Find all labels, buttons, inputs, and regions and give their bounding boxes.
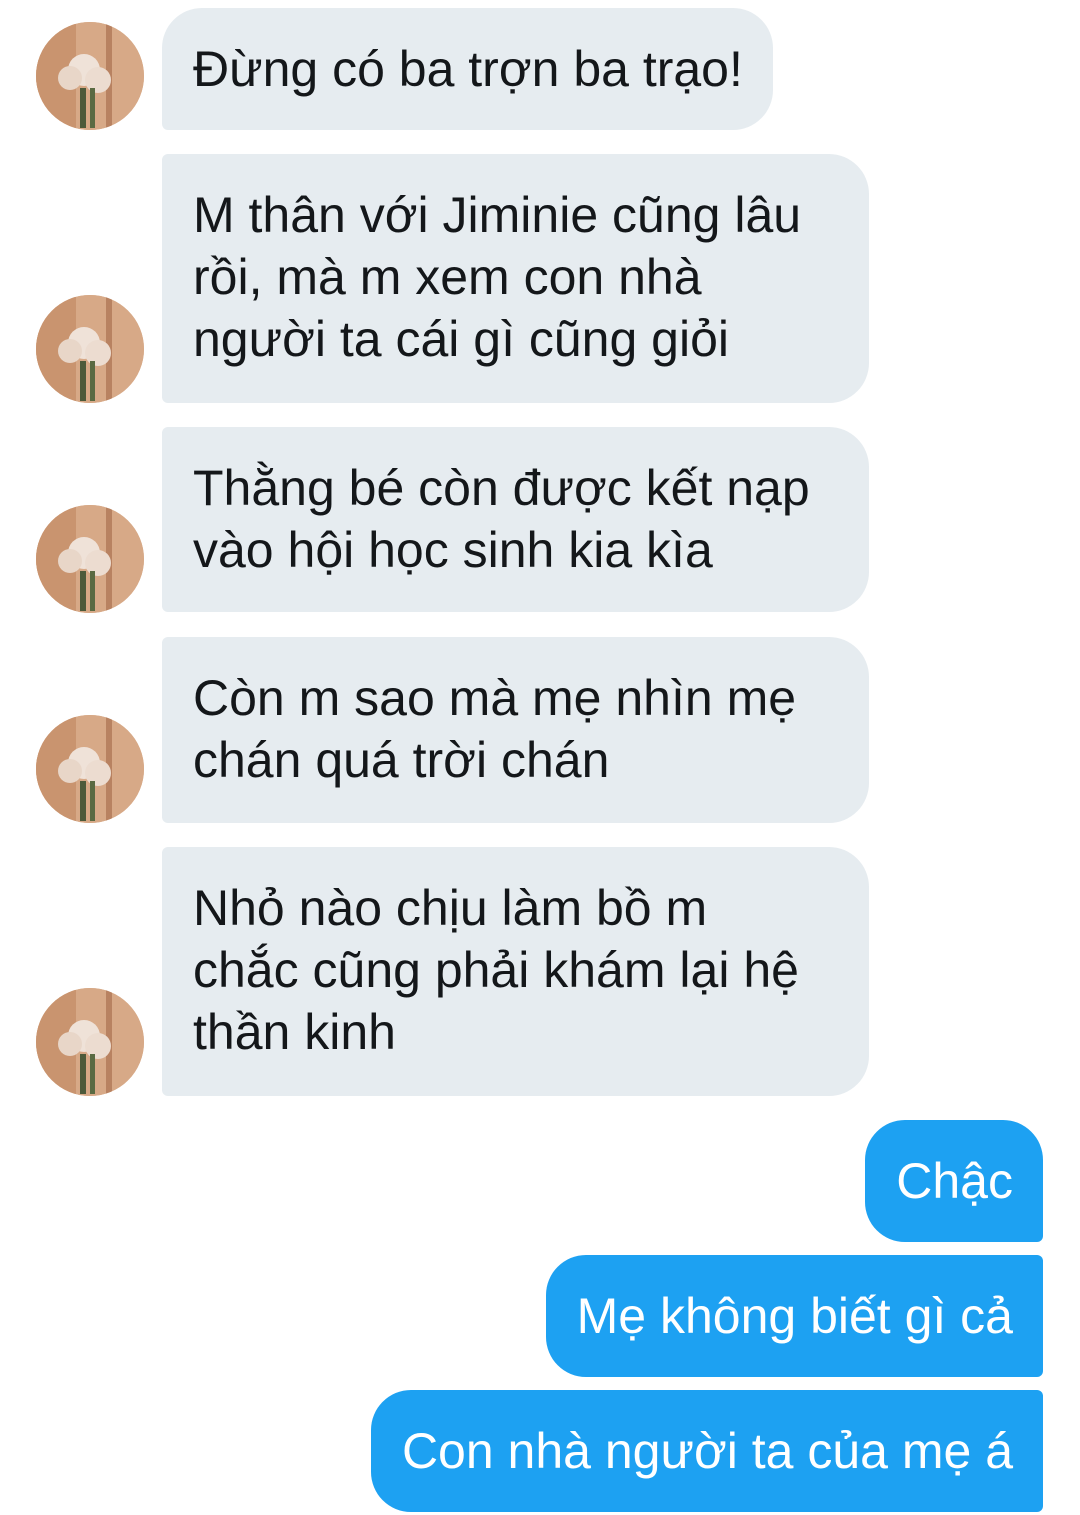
flower-bouquet-avatar-icon [36,505,144,613]
flower-bouquet-avatar-icon [36,295,144,403]
sender-avatar[interactable] [36,505,144,613]
sender-avatar[interactable] [36,715,144,823]
sender-avatar[interactable] [36,988,144,1096]
sender-avatar[interactable] [36,295,144,403]
sent-message[interactable]: Chậc [865,1120,1043,1242]
received-message[interactable]: Đừng có ba trợn ba trạo! [162,8,773,130]
received-message[interactable]: Thằng bé còn được kết nạp vào hội học si… [162,427,869,612]
received-message[interactable]: Nhỏ nào chịu làm bồ m chắc cũng phải khá… [162,847,869,1096]
received-message[interactable]: M thân với Jiminie cũng lâu rồi, mà m xe… [162,154,869,403]
sent-message[interactable]: Mẹ không biết gì cả [545,1255,1043,1377]
sent-message[interactable]: Con nhà người ta của mẹ á [370,1390,1043,1512]
received-message[interactable]: Còn m sao mà mẹ nhìn mẹ chán quá trời ch… [162,637,869,823]
flower-bouquet-avatar-icon [36,988,144,1096]
sender-avatar[interactable] [36,22,144,130]
flower-bouquet-avatar-icon [36,22,144,130]
flower-bouquet-avatar-icon [36,715,144,823]
